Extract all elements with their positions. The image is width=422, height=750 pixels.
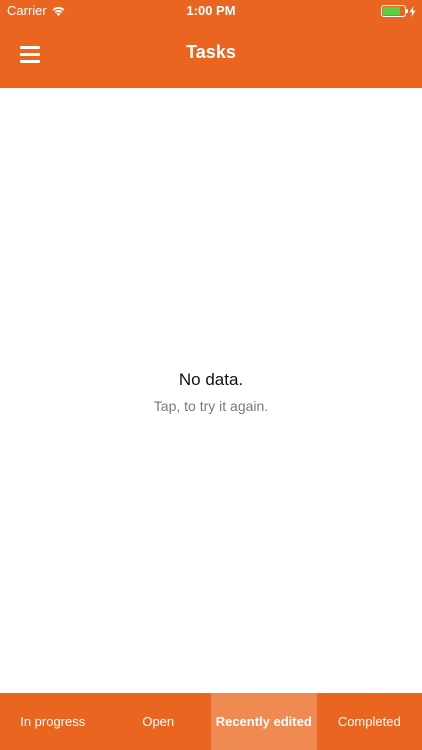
app-screen: Carrier 1:00 PM Tasks No data. Tap, to t… (0, 0, 422, 750)
tab-completed[interactable]: Completed (317, 693, 422, 750)
battery-level-fill (383, 7, 400, 15)
battery-indicator (381, 5, 416, 17)
empty-state: No data. Tap, to try it again. (0, 370, 422, 414)
tab-open[interactable]: Open (106, 693, 212, 750)
tab-bar: In progress Open Recently edited Complet… (0, 693, 422, 750)
empty-state-retry-area[interactable]: No data. Tap, to try it again. (0, 88, 422, 693)
battery-charging-icon (381, 5, 408, 17)
tab-recently-edited[interactable]: Recently edited (211, 693, 317, 750)
charging-bolt-icon (409, 5, 416, 17)
empty-state-title: No data. (178, 370, 244, 389)
tab-in-progress[interactable]: In progress (0, 693, 106, 750)
navigation-bar: Tasks (0, 22, 422, 88)
page-title: Tasks (186, 42, 236, 62)
status-time: 1:00 PM (186, 3, 236, 18)
battery-cap (406, 9, 408, 13)
header: Carrier 1:00 PM Tasks (0, 0, 422, 88)
empty-state-subtitle: Tap, to try it again. (153, 398, 269, 414)
status-bar: Carrier 1:00 PM (0, 0, 422, 22)
